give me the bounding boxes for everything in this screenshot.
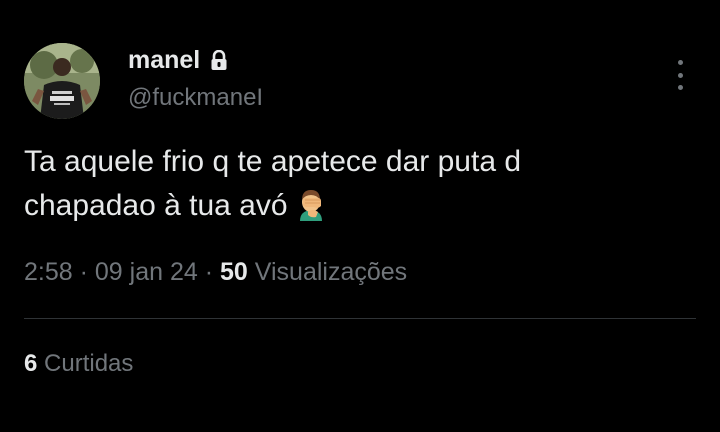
face-palm-emoji-icon — [299, 190, 322, 221]
tweet-text-line-2-text: chapadao à tua avó — [24, 189, 288, 222]
likes-label: Curtidas — [44, 350, 134, 377]
author-handle[interactable]: @fuckmaneI — [128, 84, 263, 112]
views-count: 50 — [220, 258, 248, 286]
meta-separator: · — [79, 258, 88, 286]
views-label: Visualizações — [254, 258, 408, 286]
tweet-meta: 2:58 · 09 jan 24 · 50 Visualizações — [24, 258, 407, 287]
author-name-text: manel — [128, 46, 201, 74]
meta-separator: · — [204, 258, 214, 286]
likes-count: 6 — [24, 350, 38, 377]
avatar[interactable] — [24, 43, 100, 119]
tweet-text-line-2: chapadao à tua avó — [24, 184, 684, 228]
tweet-date[interactable]: 09 jan 24 — [95, 258, 198, 286]
author-display-name[interactable]: manel — [128, 46, 228, 75]
lock-icon — [211, 49, 227, 70]
likes-stat[interactable]: 6 Curtidas — [24, 350, 133, 378]
tweet-text-line-1: Ta aquele frio q te apetece dar puta d — [24, 145, 522, 178]
tweet-time[interactable]: 2:58 — [24, 258, 73, 286]
tweet-text: Ta aquele frio q te apetece dar puta d c… — [24, 140, 684, 228]
divider — [24, 318, 696, 319]
tweet: manel @fuckmaneI Ta aquele frio q te ape… — [0, 0, 720, 432]
more-vertical-icon[interactable] — [670, 60, 690, 90]
